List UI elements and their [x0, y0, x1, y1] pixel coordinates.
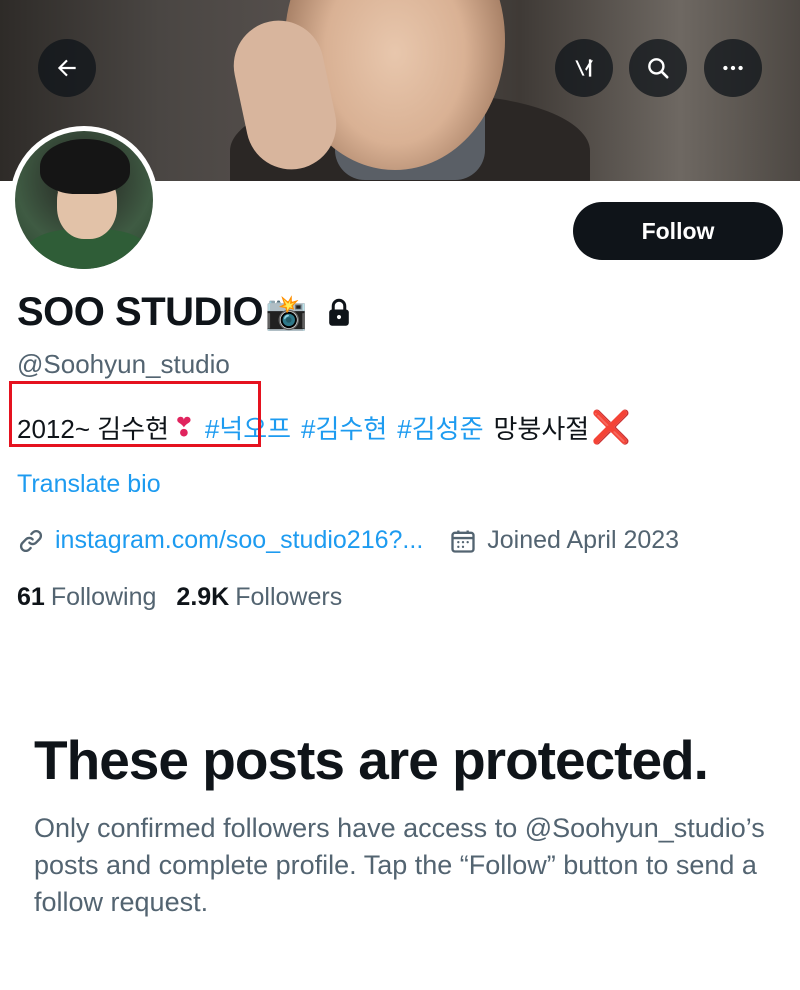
grok-icon — [575, 59, 593, 77]
follow-stats: 61 Following 2.9K Followers — [17, 583, 342, 612]
user-handle: @Soohyun_studio — [17, 349, 230, 379]
search-icon — [648, 58, 669, 79]
lock-icon — [329, 298, 349, 326]
profile-page: Follow SOO STUDIO 📸 @Soohyun_studio 2012… — [0, 0, 800, 990]
link-icon — [19, 529, 43, 552]
followers-label: Followers — [235, 583, 343, 611]
more-horizontal-icon — [723, 65, 743, 71]
display-name-text: SOO STUDIO — [17, 290, 264, 334]
profile-meta-row: instagram.com/soo_studio216?... Joined A… — [17, 526, 679, 555]
highlight-annotation-box — [9, 381, 261, 447]
camera-flash-emoji: 📸 — [265, 293, 307, 332]
following-count: 61 — [17, 583, 45, 611]
protected-posts-title: These posts are protected. — [34, 729, 709, 791]
joined-date-text: Joined April 2023 — [487, 526, 680, 554]
translate-bio-link[interactable]: Translate bio — [17, 470, 161, 499]
display-name: SOO STUDIO 📸 — [17, 290, 353, 335]
profile-website-link[interactable]: instagram.com/soo_studio216?... — [55, 526, 423, 555]
avatar-photo-hair — [40, 139, 130, 194]
follow-button[interactable]: Follow — [573, 202, 783, 260]
following-stat[interactable]: 61 Following — [17, 583, 156, 612]
joined-date: Joined April 2023 — [449, 526, 679, 555]
hashtag-link[interactable]: #김수현 — [301, 409, 387, 446]
avatar[interactable] — [10, 126, 158, 274]
more-button[interactable] — [704, 39, 762, 97]
followers-count: 2.9K — [176, 583, 230, 611]
protected-posts-message: Only confirmed followers have access to … — [34, 813, 765, 917]
cross-mark-emoji: ❌ — [591, 409, 632, 445]
calendar-icon — [451, 530, 475, 553]
search-button[interactable] — [629, 39, 687, 97]
grok-button[interactable] — [555, 39, 613, 97]
hashtag-link[interactable]: #김성준 — [397, 409, 483, 446]
avatar-image — [15, 131, 153, 269]
arrow-left-icon — [57, 59, 76, 77]
back-button[interactable] — [38, 39, 96, 97]
bio-suffix: 망붕사절 — [493, 413, 590, 444]
following-label: Following — [50, 583, 157, 611]
followers-stat[interactable]: 2.9K Followers — [176, 583, 342, 612]
